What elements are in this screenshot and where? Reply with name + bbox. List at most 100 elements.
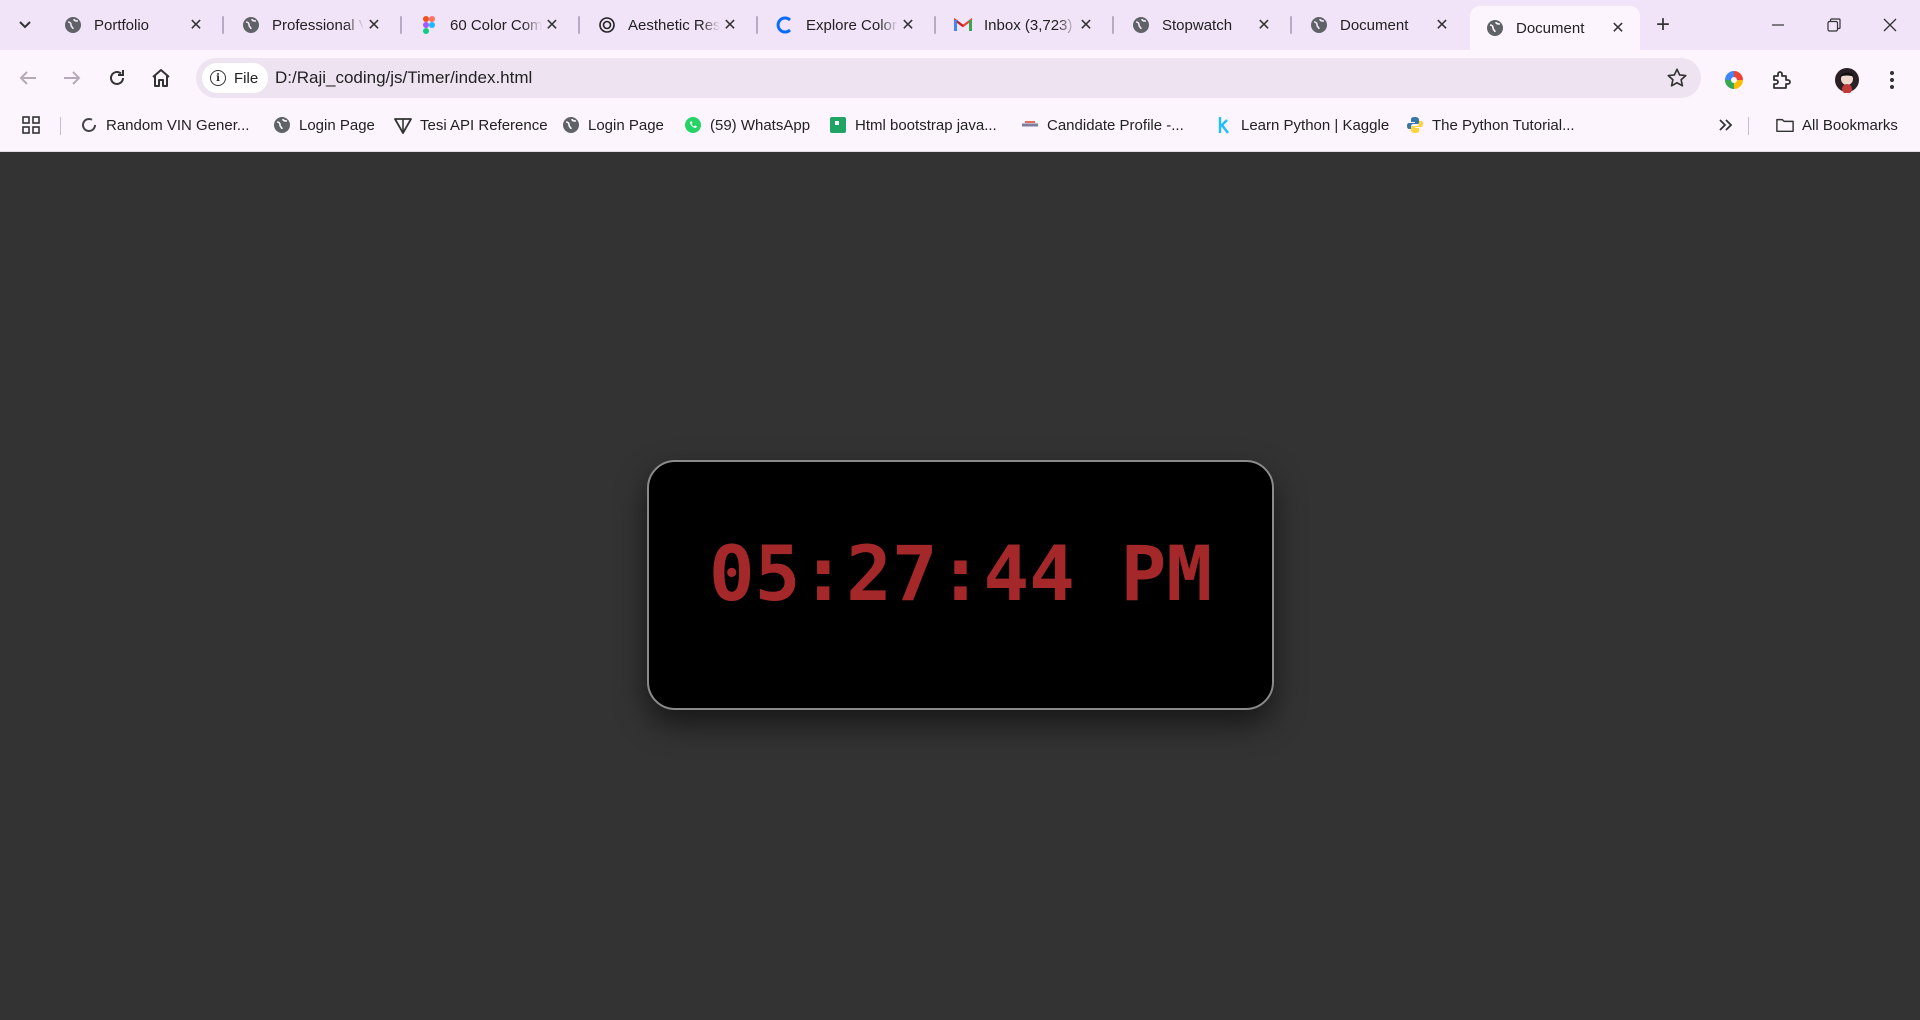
globe-icon xyxy=(64,16,82,34)
bookmark-item[interactable]: Candidate Profile -... xyxy=(1021,112,1184,138)
tab-strip: Portfolio ✕ Professional V ✕ 60 Color Co… xyxy=(0,0,1920,50)
bookmark-item[interactable]: Login Page xyxy=(562,112,664,138)
bookmark-label: The Python Tutorial... xyxy=(1432,116,1575,134)
bookmarks-divider xyxy=(1748,117,1749,135)
bookmark-item[interactable]: Html bootstrap java... xyxy=(829,112,997,138)
close-icon[interactable]: ✕ xyxy=(364,15,384,35)
reload-button[interactable] xyxy=(97,58,137,98)
tab-stopwatch[interactable]: Stopwatch ✕ xyxy=(1116,7,1286,43)
tab-document[interactable]: Document ✕ xyxy=(1294,7,1464,43)
tab-title: Portfolio xyxy=(94,16,150,34)
minimize-icon xyxy=(1772,24,1784,26)
bookmark-item[interactable]: The Python Tutorial... xyxy=(1406,112,1575,138)
loading-icon xyxy=(80,116,98,134)
openai-icon xyxy=(598,16,616,34)
kaggle-icon xyxy=(1215,116,1233,134)
coolors-icon xyxy=(776,16,794,34)
profile-avatar[interactable] xyxy=(1829,62,1865,98)
tab-title: Stopwatch xyxy=(1162,16,1233,34)
folder-icon xyxy=(1776,116,1794,134)
close-icon[interactable]: ✕ xyxy=(1608,18,1628,38)
tab-divider xyxy=(1290,16,1292,34)
tab-title: 60 Color Com xyxy=(450,16,542,34)
close-icon xyxy=(1883,18,1897,32)
bookmark-label: Tesi API Reference xyxy=(420,116,548,134)
browser-chrome: Portfolio ✕ Professional V ✕ 60 Color Co… xyxy=(0,0,1920,152)
tab-portfolio[interactable]: Portfolio ✕ xyxy=(48,7,218,43)
kebab-menu-icon xyxy=(1890,71,1894,89)
close-icon[interactable]: ✕ xyxy=(186,15,206,35)
tab-title: Inbox (3,723) xyxy=(984,16,1073,34)
tab-title: Aesthetic Res xyxy=(628,16,720,34)
close-icon[interactable]: ✕ xyxy=(898,15,918,35)
home-button[interactable] xyxy=(141,58,181,98)
clock-time: 05:27:44 PM xyxy=(708,529,1213,618)
tab-title: Document xyxy=(1516,19,1585,37)
globe-icon xyxy=(242,16,260,34)
close-icon[interactable]: ✕ xyxy=(542,15,562,35)
globe-icon xyxy=(1132,16,1150,34)
home-icon xyxy=(152,69,170,87)
python-icon xyxy=(1406,116,1424,134)
tab-divider xyxy=(934,16,936,34)
restore-button[interactable] xyxy=(1806,0,1862,50)
apps-grid-icon xyxy=(22,116,40,134)
bookmark-star-icon[interactable] xyxy=(1665,66,1689,90)
bookmark-label: Login Page xyxy=(299,116,375,134)
whatsapp-icon xyxy=(684,116,702,134)
close-window-button[interactable] xyxy=(1862,0,1918,50)
tab-title: Professional V xyxy=(272,16,364,34)
restore-icon xyxy=(1827,18,1841,32)
bookmark-label: Learn Python | Kaggle xyxy=(1241,116,1390,134)
url-text[interactable]: D:/Raji_coding/js/Timer/index.html xyxy=(275,68,532,88)
tab-title: Document xyxy=(1340,16,1409,34)
apps-button[interactable] xyxy=(22,112,40,138)
scheme-label: File xyxy=(234,69,259,87)
double-chevron-right-icon xyxy=(1719,119,1733,131)
tab-divider xyxy=(756,16,758,34)
close-icon[interactable]: ✕ xyxy=(1432,15,1452,35)
tab-document-active[interactable]: Document ✕ xyxy=(1470,6,1640,50)
close-icon[interactable]: ✕ xyxy=(720,15,740,35)
color-extension-icon[interactable] xyxy=(1716,62,1752,98)
tab-explore-color[interactable]: Explore Color ✕ xyxy=(760,7,930,43)
tab-search-button[interactable] xyxy=(8,8,42,42)
bookmark-label: Candidate Profile -... xyxy=(1047,116,1184,134)
site-info-chip[interactable]: i File xyxy=(202,63,269,93)
tab-aesthetic[interactable]: Aesthetic Res ✕ xyxy=(582,7,752,43)
info-icon: i xyxy=(210,70,226,86)
gmail-icon xyxy=(954,16,972,34)
tab-color-combinations[interactable]: 60 Color Com ✕ xyxy=(404,7,574,43)
figma-icon xyxy=(420,16,438,34)
menu-button[interactable] xyxy=(1874,62,1910,98)
bookmark-item[interactable]: Login Page xyxy=(273,112,375,138)
bookmark-item[interactable]: Learn Python | Kaggle xyxy=(1215,112,1389,138)
close-icon[interactable]: ✕ xyxy=(1254,15,1274,35)
navigation-toolbar: i File D:/Raji_coding/js/Timer/index.htm… xyxy=(0,54,1920,102)
tesi-icon xyxy=(394,116,412,134)
more-bookmarks-button[interactable] xyxy=(1718,112,1734,138)
bookmarks-bar: Random VIN Gener... Login Page Tesi API … xyxy=(0,107,1920,143)
globe-icon xyxy=(1310,16,1328,34)
all-bookmarks-label: All Bookmarks xyxy=(1802,116,1898,134)
back-button[interactable] xyxy=(8,58,48,98)
tab-title: Explore Color xyxy=(806,16,897,34)
chevron-down-icon xyxy=(19,21,31,29)
bookmark-item[interactable]: Random VIN Gener... xyxy=(80,112,249,138)
arrow-right-icon xyxy=(64,71,81,85)
tab-professional[interactable]: Professional V ✕ xyxy=(226,7,396,43)
bookmark-label: Random VIN Gener... xyxy=(106,116,250,134)
bookmark-item[interactable]: (59) WhatsApp xyxy=(684,112,810,138)
extensions-puzzle-icon[interactable] xyxy=(1763,62,1799,98)
bookmark-item[interactable]: Tesi API Reference xyxy=(394,112,548,138)
tab-divider xyxy=(400,16,402,34)
close-icon[interactable]: ✕ xyxy=(1076,15,1096,35)
new-tab-button[interactable]: + xyxy=(1648,10,1678,40)
tab-inbox[interactable]: Inbox (3,723) ✕ xyxy=(938,7,1108,43)
forward-button[interactable] xyxy=(52,58,92,98)
address-bar[interactable]: i File D:/Raji_coding/js/Timer/index.htm… xyxy=(196,58,1701,98)
globe-icon xyxy=(1486,19,1504,37)
bookmark-label: Login Page xyxy=(588,116,664,134)
all-bookmarks-button[interactable]: All Bookmarks xyxy=(1776,112,1898,138)
minimize-button[interactable] xyxy=(1750,0,1806,50)
